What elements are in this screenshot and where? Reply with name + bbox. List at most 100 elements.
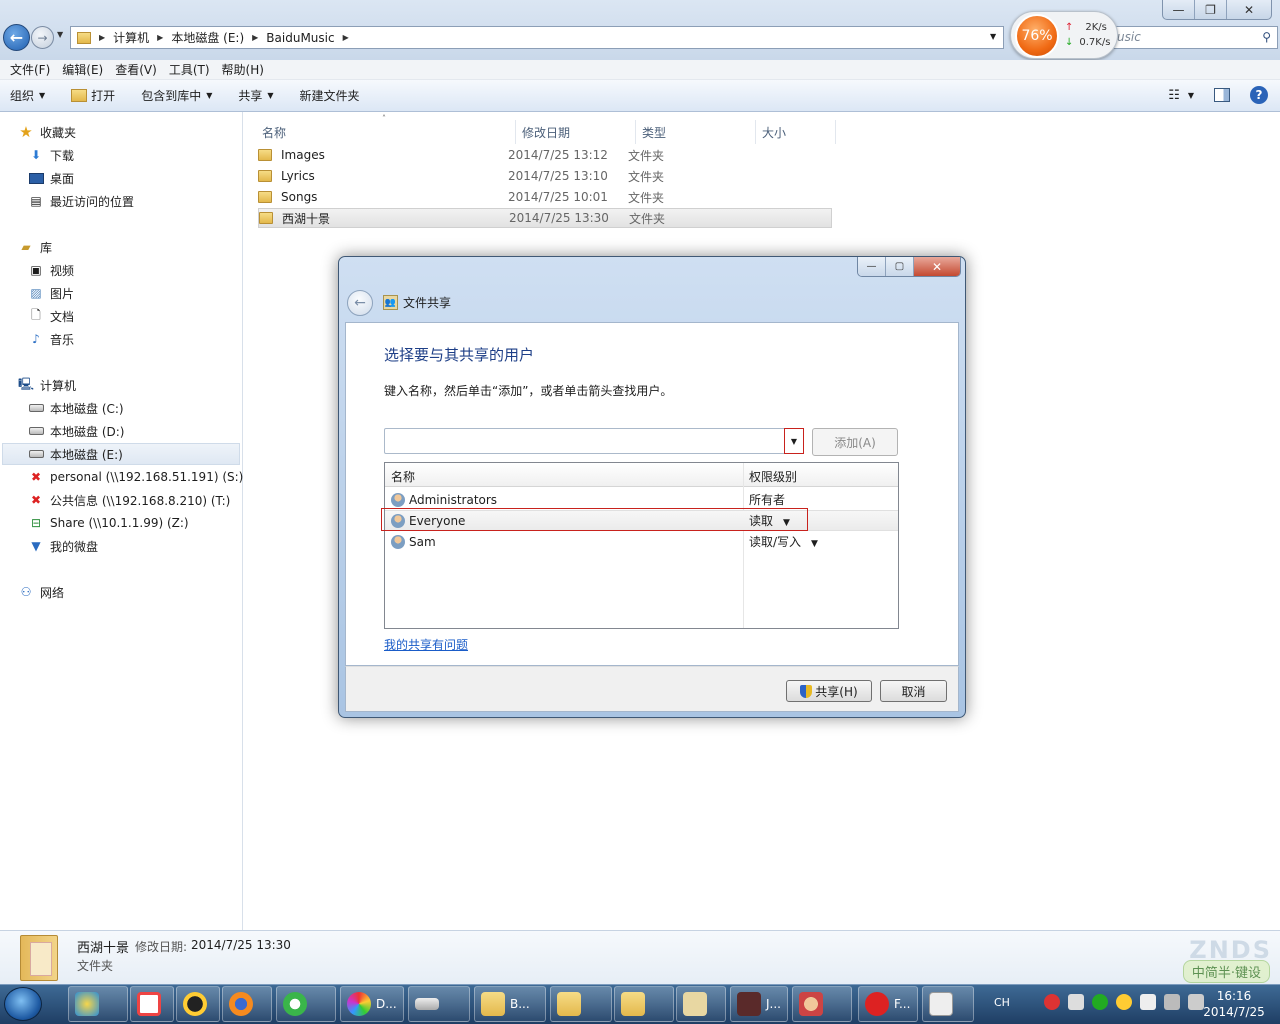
breadcrumb-arrow-icon[interactable]: ▶ xyxy=(157,33,163,42)
view-details-icon[interactable]: ☷ xyxy=(1168,88,1180,103)
taskbar-drive[interactable] xyxy=(408,986,470,1022)
open-button[interactable]: 打开 xyxy=(71,87,115,104)
tray-status-icon[interactable] xyxy=(1092,994,1108,1010)
nav-desktop[interactable]: 桌面 xyxy=(28,168,74,188)
forward-button[interactable]: → xyxy=(31,26,54,49)
sharing-help-link[interactable]: 我的共享有问题 xyxy=(384,636,468,653)
breadcrumb-arrow-icon[interactable]: ▶ xyxy=(99,33,105,42)
nav-drive-z[interactable]: ⊟ Share (\\10.1.1.99) (Z:) xyxy=(28,513,189,533)
file-row-selected[interactable]: 西湖十景 2014/7/25 13:30 文件夹 xyxy=(258,208,832,228)
help-icon[interactable]: ? xyxy=(1250,86,1268,104)
cancel-button[interactable]: 取消 xyxy=(880,680,947,702)
taskbar-qq[interactable] xyxy=(176,986,220,1022)
file-row[interactable]: Songs 2014/7/25 10:01 文件夹 xyxy=(258,187,832,207)
breadcrumb-arrow-icon[interactable]: ▶ xyxy=(252,33,258,42)
nav-drive-s[interactable]: ✖ personal (\\192.168.51.191) (S:) xyxy=(28,467,243,487)
share-menu-button[interactable]: 共享 ▼ xyxy=(238,87,273,104)
nav-recent-places[interactable]: ▤ 最近访问的位置 xyxy=(28,191,134,211)
nav-libraries[interactable]: ▰ 库 xyxy=(18,237,52,257)
start-button[interactable] xyxy=(4,987,42,1021)
dialog-close-button[interactable]: ✕ xyxy=(914,257,960,276)
preview-pane-icon[interactable] xyxy=(1214,88,1230,102)
nav-favorites[interactable]: ★ 收藏夹 xyxy=(18,122,76,142)
clock[interactable]: 16:16 2014/7/25 xyxy=(1190,988,1278,1020)
new-folder-button[interactable]: 新建文件夹 xyxy=(300,87,360,104)
nav-downloads[interactable]: ⬇ 下载 xyxy=(28,145,74,165)
dialog-back-button[interactable]: ← xyxy=(347,290,373,316)
tray-plus-icon[interactable] xyxy=(1116,994,1132,1010)
menu-file[interactable]: 文件(F) xyxy=(4,61,56,78)
dialog-heading: 选择要与其共享的用户 xyxy=(384,346,535,364)
system-drive-icon xyxy=(28,400,44,416)
tray-app-icon[interactable] xyxy=(1068,994,1084,1010)
nav-drive-t[interactable]: ✖ 公共信息 (\\192.168.8.210) (T:) xyxy=(28,490,230,510)
taskbar-item-j[interactable]: J... xyxy=(730,986,788,1022)
breadcrumb-computer[interactable]: 计算机 xyxy=(113,29,149,46)
taskbar-notepad[interactable] xyxy=(922,986,974,1022)
menu-tools[interactable]: 工具(T) xyxy=(163,61,216,78)
taskbar-item-f[interactable]: F... xyxy=(858,986,918,1022)
nav-drive-c[interactable]: 本地磁盘 (C:) xyxy=(28,398,124,418)
menu-view[interactable]: 查看(V) xyxy=(109,61,163,78)
folder-icon xyxy=(258,191,272,203)
taskbar-folder-3[interactable] xyxy=(614,986,674,1022)
minimize-button[interactable]: — xyxy=(1163,0,1195,19)
organize-button[interactable]: 组织 ▼ xyxy=(10,87,45,104)
nav-drive-d[interactable]: 本地磁盘 (D:) xyxy=(28,421,124,441)
taskbar-app-2[interactable] xyxy=(130,986,174,1022)
column-header-size[interactable]: 大小 xyxy=(758,120,836,144)
column-header-name[interactable]: 名称 ˄ xyxy=(258,114,516,144)
nav-videos[interactable]: ▣ 视频 xyxy=(28,260,74,280)
close-window-button[interactable]: ✕ xyxy=(1227,0,1271,19)
taskbar-app-5[interactable] xyxy=(276,986,336,1022)
search-input[interactable]: usic ⚲ xyxy=(1110,26,1278,49)
tray-weibo-icon[interactable] xyxy=(1044,994,1060,1010)
permission-dropdown[interactable]: 读取/写入 ▼ xyxy=(749,533,818,550)
taskbar-app-1[interactable] xyxy=(68,986,128,1022)
breadcrumb-drive-e[interactable]: 本地磁盘 (E:) xyxy=(171,29,244,46)
taskbar-contacts[interactable] xyxy=(792,986,852,1022)
nav-weipan[interactable]: ▼ 我的微盘 xyxy=(28,536,98,556)
column-header-permission[interactable]: 权限级别 xyxy=(749,468,797,485)
dialog-maximize-button[interactable]: ▢ xyxy=(886,257,914,276)
user-row-sam[interactable]: Sam 读取/写入 ▼ xyxy=(385,531,898,552)
address-bar[interactable]: ▶ 计算机 ▶ 本地磁盘 (E:) ▶ BaiduMusic ▶ xyxy=(70,26,1004,49)
nav-network[interactable]: ⚇ 网络 xyxy=(18,582,64,602)
nav-drive-e[interactable]: 本地磁盘 (E:) xyxy=(2,443,240,465)
view-dropdown-icon[interactable]: ▼ xyxy=(1188,91,1194,100)
include-in-library-button[interactable]: 包含到库中 ▼ xyxy=(141,87,212,104)
column-header-user-name[interactable]: 名称 xyxy=(391,468,415,485)
taskbar-firefox[interactable] xyxy=(222,986,272,1022)
breadcrumb-arrow-icon[interactable]: ▶ xyxy=(343,33,349,42)
user-dropdown-arrow-icon[interactable]: ▼ xyxy=(784,428,804,454)
nav-music[interactable]: ♪ 音乐 xyxy=(28,329,74,349)
network-speed-widget[interactable]: 76% ↑ 2K/s ↓ 0.7K/s xyxy=(1010,11,1118,59)
nav-documents[interactable]: 🗋 文档 xyxy=(28,306,74,326)
taskbar-folder-2[interactable] xyxy=(550,986,612,1022)
input-method-indicator[interactable]: CH xyxy=(994,996,1010,1009)
menu-help[interactable]: 帮助(H) xyxy=(216,61,270,78)
add-user-button[interactable]: 添加(A) xyxy=(812,428,898,456)
share-button[interactable]: 共享(H) xyxy=(786,680,872,702)
column-header-date[interactable]: 修改日期 xyxy=(518,120,636,144)
taskbar-item-d[interactable]: D... xyxy=(340,986,404,1022)
file-row[interactable]: Images 2014/7/25 13:12 文件夹 xyxy=(258,145,832,165)
back-button[interactable]: ← xyxy=(3,24,30,51)
nav-computer[interactable]: 🖳 计算机 xyxy=(18,375,76,395)
breadcrumb-baidumusic[interactable]: BaiduMusic xyxy=(266,31,334,45)
column-header-type[interactable]: 类型 xyxy=(638,120,756,144)
file-row[interactable]: Lyrics 2014/7/25 13:10 文件夹 xyxy=(258,166,832,186)
menu-edit[interactable]: 编辑(E) xyxy=(56,61,109,78)
tray-flag-icon[interactable] xyxy=(1140,994,1156,1010)
dialog-minimize-button[interactable]: — xyxy=(858,257,886,276)
maximize-button[interactable]: ❐ xyxy=(1195,0,1227,19)
nav-pictures[interactable]: ▨ 图片 xyxy=(28,283,74,303)
tray-network-icon[interactable] xyxy=(1164,994,1180,1010)
search-icon[interactable]: ⚲ xyxy=(1262,30,1271,44)
history-dropdown-icon[interactable]: ▼ xyxy=(57,30,63,39)
user-name-input[interactable] xyxy=(384,428,804,454)
taskbar-sharing[interactable] xyxy=(676,986,726,1022)
user-row-administrators[interactable]: Administrators 所有者 xyxy=(385,489,898,510)
taskbar-item-b[interactable]: B... xyxy=(474,986,546,1022)
address-dropdown-icon[interactable]: ▼ xyxy=(990,32,996,41)
